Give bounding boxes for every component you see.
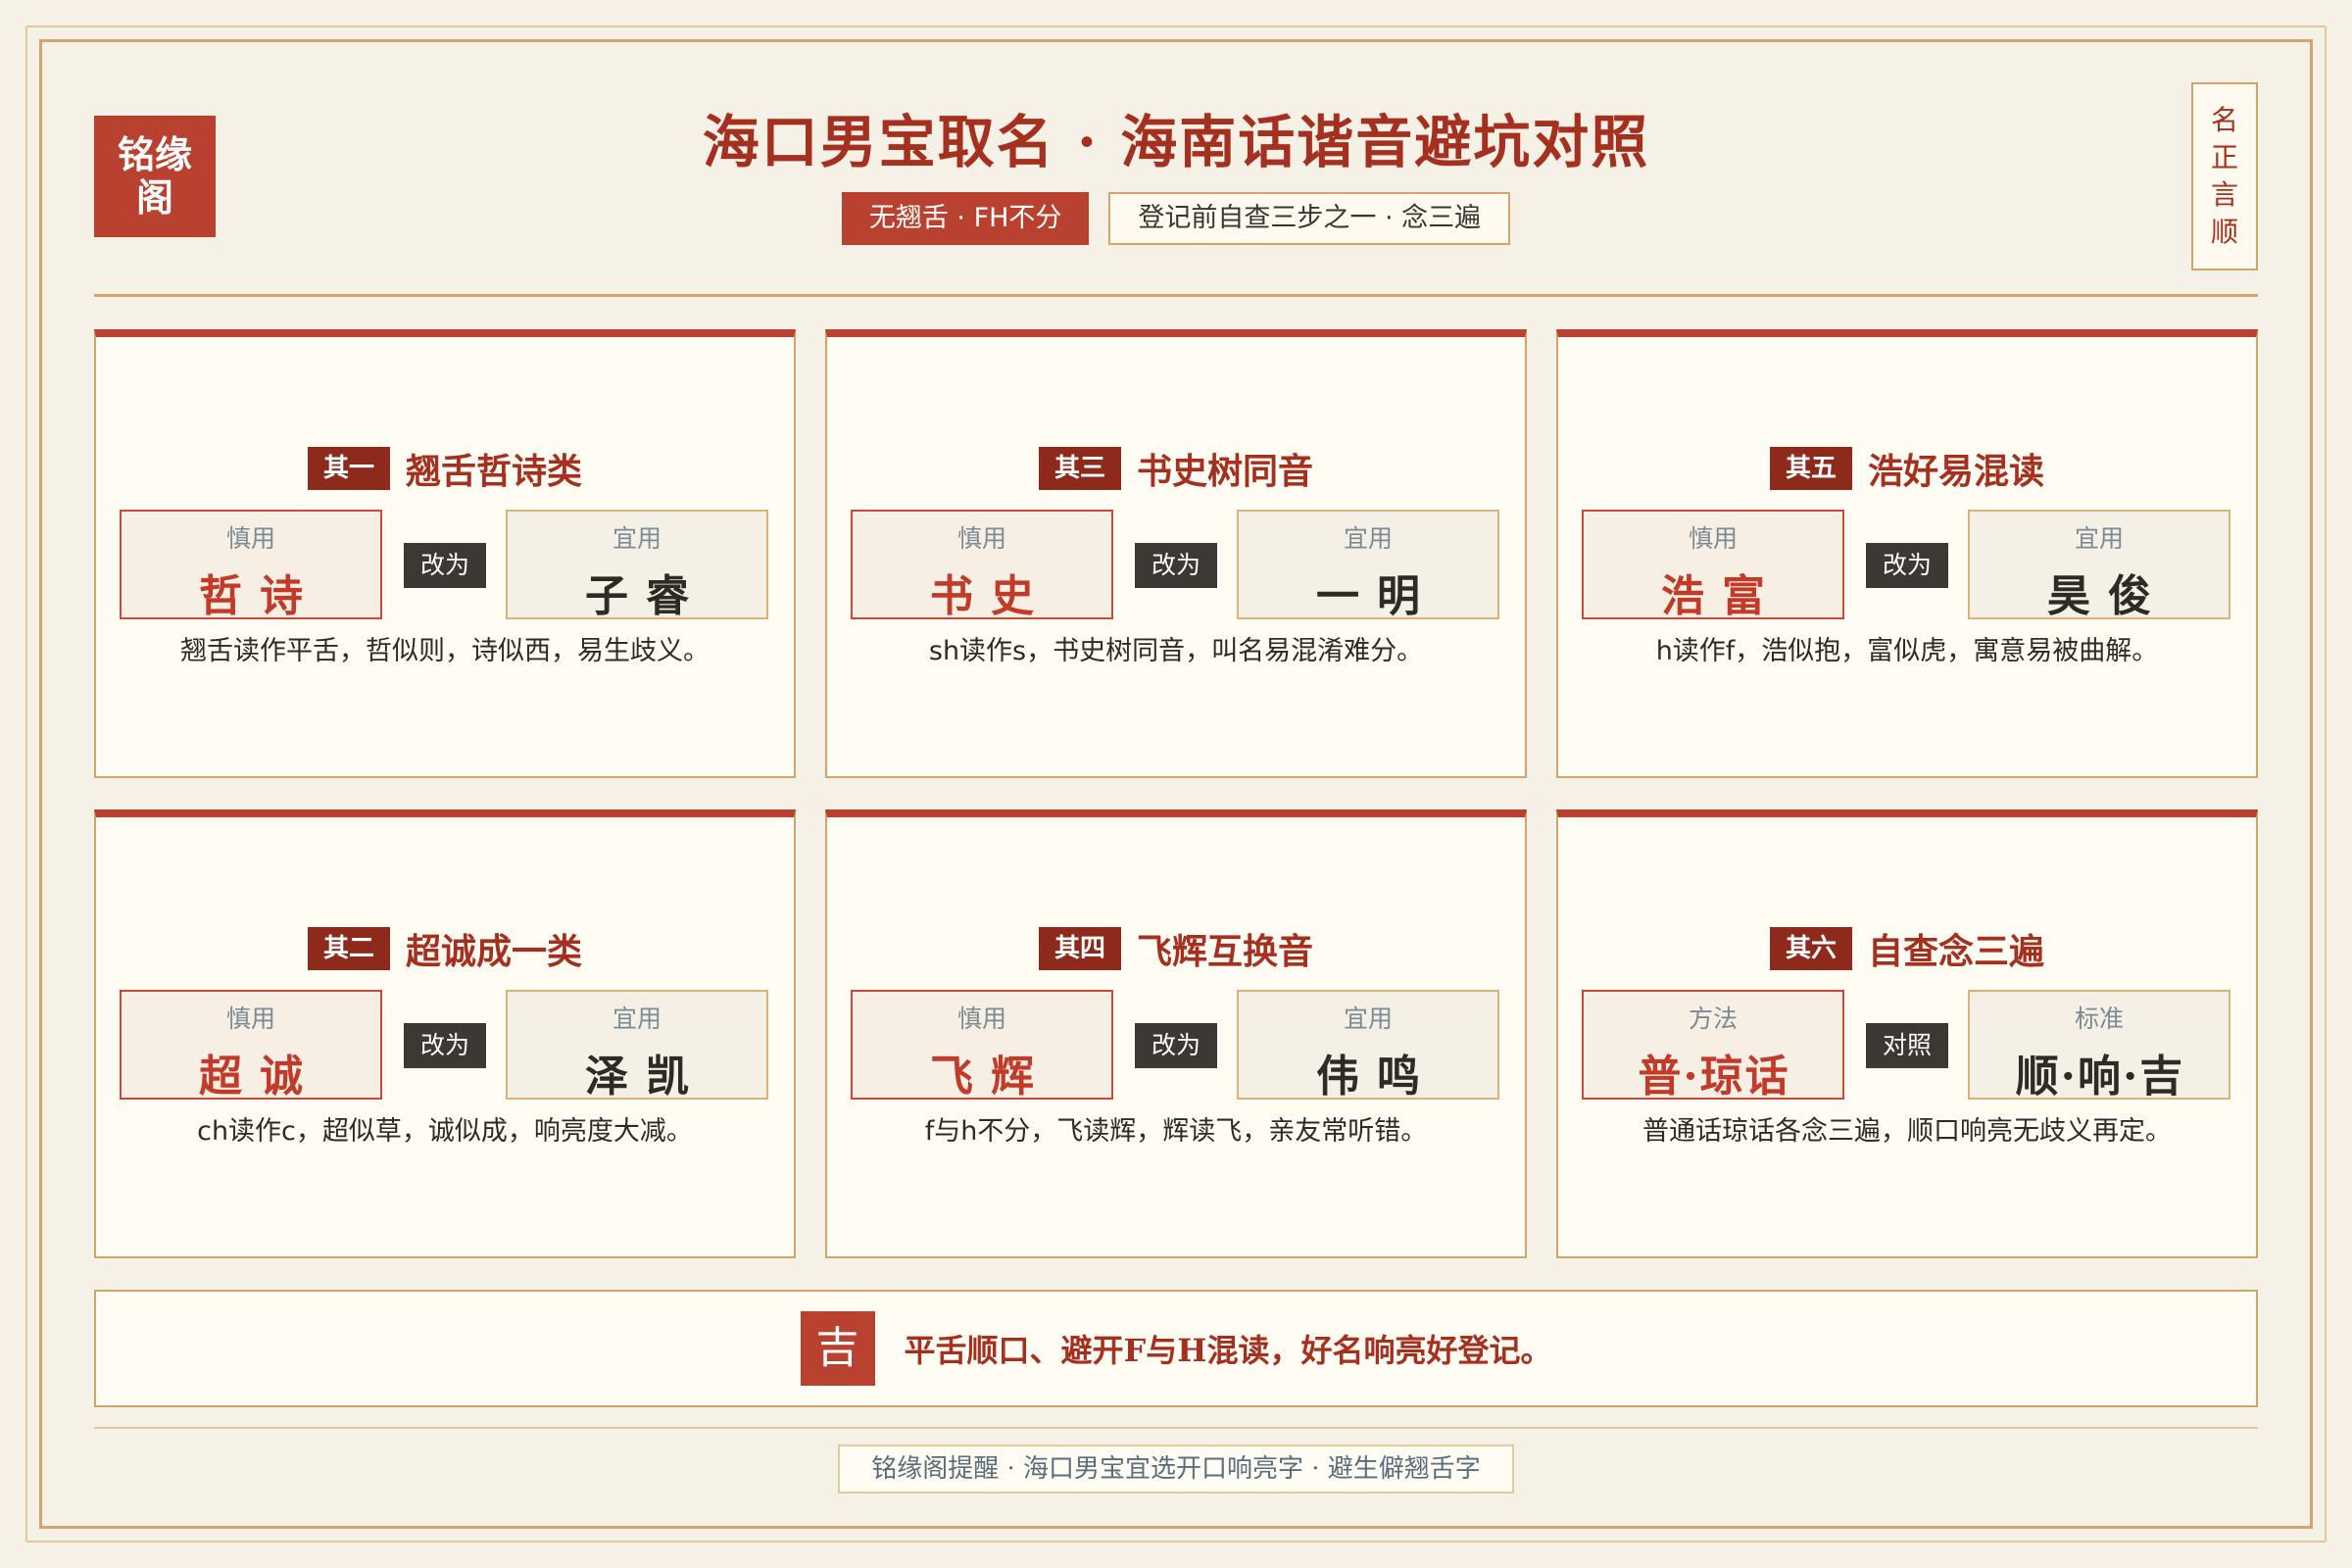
tip-card-5: 其五 浩好易混读 慎用 浩富 改为 宜用 昊俊 h读作f，浩似抱，富似虎，寓意易…: [1556, 329, 2258, 778]
avoid-label: 慎用: [225, 1004, 275, 1033]
method-label: 方法: [1688, 1004, 1738, 1033]
recommend-label: 宜用: [2074, 524, 2124, 553]
card-title: 书史树同音: [1137, 451, 1314, 492]
card-description: ch读作c，超似草，诚似成，响亮度大减。: [197, 1116, 693, 1147]
recommend-label: 宜用: [612, 1004, 662, 1033]
recommend-chars: 昊俊: [2047, 571, 2169, 621]
recommend-label: 宜用: [1343, 524, 1393, 553]
tag-primary: 无翘舌 · FH不分: [841, 192, 1090, 245]
lucky-icon: 吉: [800, 1311, 875, 1386]
standard-label: 标准: [2074, 1004, 2124, 1033]
header-divider: [94, 294, 2258, 297]
card-title: 浩好易混读: [1868, 451, 2045, 492]
tip-card-3: 其三 书史树同音 慎用 书史 改为 宜用 一明 sh读作s，书史树同音，叫名易混…: [825, 329, 1527, 778]
card-header: 其四 飞辉互换音: [827, 923, 1525, 974]
standard-chars: 顺·响·吉: [2015, 1052, 2185, 1102]
card-title: 超诚成一类: [406, 931, 583, 972]
card-number-badge: 其六: [1769, 927, 1852, 970]
avoid-label: 慎用: [1688, 524, 1738, 553]
card-header: 其一 翘舌哲诗类: [96, 443, 794, 494]
footer-note: 铭缘阁提醒 · 海口男宝宜选开口响亮字 · 避生僻翘舌字: [838, 1445, 1514, 1494]
avoid-chars: 浩富: [1661, 571, 1783, 621]
recommend-chars: 一明: [1316, 571, 1438, 621]
avoid-label: 慎用: [956, 1004, 1006, 1033]
summary-text: 平舌顺口、避开F与H混读，好名响亮好登记。: [904, 1332, 1552, 1369]
card-header: 其三 书史树同音: [827, 443, 1525, 494]
seal-char: 名: [2210, 104, 2238, 136]
tag-secondary: 登记前自查三步之一 · 念三遍: [1108, 192, 1511, 245]
recommend-chars: 子睿: [585, 571, 707, 621]
seal-char: 顺: [2210, 216, 2238, 248]
card-description: 翘舌读作平舌，哲似则，诗似西，易生歧义。: [180, 636, 710, 666]
recommend-box: 宜用 伟鸣: [1237, 990, 1499, 1102]
avoid-label: 慎用: [956, 524, 1006, 553]
card-header: 其五 浩好易混读: [1558, 443, 2256, 494]
avoid-box: 慎用 超诚: [120, 990, 382, 1102]
recommend-label: 宜用: [612, 524, 662, 553]
avoid-chars: 超诚: [199, 1052, 320, 1102]
card-description: 普通话琼话各念三遍，顺口响亮无歧义再定。: [1642, 1116, 2172, 1147]
recommend-label: 宜用: [1343, 1004, 1393, 1033]
card-title: 翘舌哲诗类: [406, 451, 583, 492]
avoid-chars: 书史: [930, 571, 1052, 621]
avoid-box: 慎用 书史: [851, 510, 1113, 621]
recommend-chars: 泽凯: [585, 1052, 707, 1102]
tip-card-2: 其二 超诚成一类 慎用 超诚 改为 宜用 泽凯 ch读作c，超似草，诚似成，响亮…: [94, 809, 796, 1258]
card-number-badge: 其四: [1038, 927, 1121, 970]
recommend-box: 宜用 一明: [1237, 510, 1499, 621]
avoid-chars: 飞辉: [930, 1052, 1052, 1102]
change-tag: 改为: [1135, 543, 1217, 588]
seal-char: 正: [2210, 141, 2238, 173]
card-number-badge: 其二: [307, 927, 390, 970]
avoid-box: 慎用 哲诗: [120, 510, 382, 621]
seal-char: 言: [2210, 178, 2238, 211]
subtitle-tags: 无翘舌 · FH不分 登记前自查三步之一 · 念三遍: [0, 192, 2352, 245]
tip-card-6: 其六 自查念三遍 方法 普·琼话 对照 标准 顺·响·吉 普通话琼话各念三遍，顺…: [1556, 809, 2258, 1258]
tip-card-4: 其四 飞辉互换音 慎用 飞辉 改为 宜用 伟鸣 f与h不分，飞读辉，辉读飞，亲友…: [825, 809, 1527, 1258]
tip-card-1: 其一 翘舌哲诗类 慎用 哲诗 改为 宜用 子睿 翘舌读作平舌，哲似则，诗似西，易…: [94, 329, 796, 778]
card-title: 飞辉互换音: [1137, 931, 1314, 972]
footer: 铭缘阁提醒 · 海口男宝宜选开口响亮字 · 避生僻翘舌字: [0, 1445, 2352, 1494]
avoid-box: 慎用 浩富: [1582, 510, 1844, 621]
footer-divider: [94, 1427, 2258, 1429]
card-header: 其二 超诚成一类: [96, 923, 794, 974]
recommend-box: 宜用 子睿: [506, 510, 768, 621]
card-title: 自查念三遍: [1868, 931, 2045, 972]
method-chars: 普·琼话: [1638, 1052, 1790, 1102]
recommend-box: 宜用 昊俊: [1968, 510, 2230, 621]
change-tag: 改为: [1135, 1023, 1217, 1068]
card-number-badge: 其三: [1038, 447, 1121, 490]
avoid-chars: 哲诗: [199, 571, 320, 621]
card-number-badge: 其一: [307, 447, 390, 490]
method-box: 方法 普·琼话: [1582, 990, 1844, 1102]
seal-stamp: 名 正 言 顺: [2191, 82, 2258, 270]
recommend-chars: 伟鸣: [1316, 1052, 1438, 1102]
card-description: f与h不分，飞读辉，辉读飞，亲友常听错。: [924, 1116, 1428, 1147]
summary-banner: 吉 平舌顺口、避开F与H混读，好名响亮好登记。: [94, 1290, 2258, 1407]
card-description: h读作f，浩似抱，富似虎，寓意易被曲解。: [1655, 636, 2159, 666]
card-header: 其六 自查念三遍: [1558, 923, 2256, 974]
change-tag: 改为: [1866, 543, 1948, 588]
page-title: 海口男宝取名 · 海南话谐音避坑对照: [702, 109, 1650, 175]
avoid-label: 慎用: [225, 524, 275, 553]
change-tag: 改为: [404, 543, 486, 588]
change-tag: 改为: [404, 1023, 486, 1068]
card-description: sh读作s，书史树同音，叫名易混淆难分。: [928, 636, 1424, 666]
avoid-box: 慎用 飞辉: [851, 990, 1113, 1102]
recommend-box: 宜用 泽凯: [506, 990, 768, 1102]
card-number-badge: 其五: [1769, 447, 1852, 490]
standard-box: 标准 顺·响·吉: [1968, 990, 2230, 1102]
compare-tag: 对照: [1866, 1023, 1948, 1068]
